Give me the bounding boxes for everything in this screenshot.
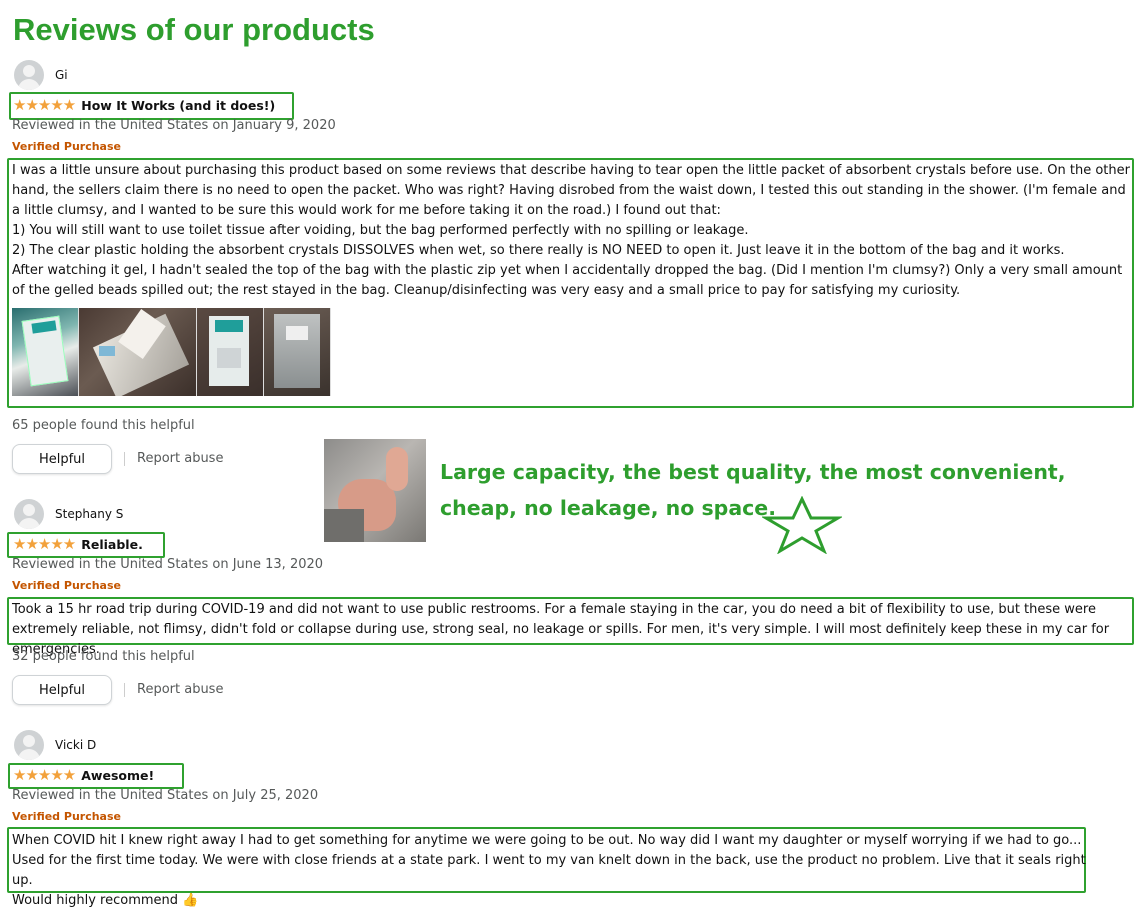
- helpful-count: 32 people found this helpful: [12, 649, 195, 664]
- thumbs-up-icon: 👍: [182, 893, 199, 908]
- reviewer-name[interactable]: Vicki D: [55, 738, 96, 752]
- star-rating-icon[interactable]: ★★★★★: [13, 535, 76, 553]
- review-image-thumbnail[interactable]: [197, 308, 264, 396]
- review-body: When COVID hit I knew right away I had t…: [9, 830, 1090, 912]
- review-image-thumbnail[interactable]: [264, 308, 331, 396]
- divider: [124, 683, 125, 697]
- promo-line: Large capacity, the best quality, the mo…: [440, 460, 1066, 484]
- review-date: Reviewed in the United States on July 25…: [12, 788, 319, 803]
- review-rating-title: ★★★★★ How It Works (and it does!): [13, 95, 275, 114]
- review-paragraph: 2) The clear plastic holding the absorbe…: [12, 243, 1065, 258]
- helpful-count: 65 people found this helpful: [12, 418, 195, 433]
- reviewer-name[interactable]: Stephany S: [55, 507, 123, 521]
- review-rating-title: ★★★★★ Awesome!: [13, 765, 154, 784]
- review-body: I was a little unsure about purchasing t…: [9, 160, 1138, 302]
- review-paragraph: Would highly recommend 👍: [12, 891, 1087, 911]
- review-image-thumbnail[interactable]: [12, 308, 79, 396]
- promo-line: cheap, no leakage, no space.: [440, 496, 776, 520]
- review-paragraph: 1) You will still want to use toilet tis…: [12, 223, 749, 238]
- helpful-button[interactable]: Helpful: [12, 444, 112, 474]
- verified-badge: Verified Purchase: [12, 810, 121, 823]
- review-date: Reviewed in the United States on January…: [12, 118, 336, 133]
- review-title[interactable]: How It Works (and it does!): [81, 98, 275, 113]
- review-title[interactable]: Awesome!: [81, 768, 154, 783]
- thumbs-up-photo: [324, 439, 426, 542]
- review-paragraph: I was a little unsure about purchasing t…: [12, 163, 1130, 218]
- review-paragraph: Used for the first time today. We were w…: [12, 853, 1086, 888]
- reviewer-name[interactable]: Gi: [55, 68, 68, 82]
- star-outline-icon: [762, 496, 842, 554]
- review-title[interactable]: Reliable.: [81, 537, 143, 552]
- divider: [124, 452, 125, 466]
- avatar-icon[interactable]: [14, 499, 44, 529]
- review-image-thumbnail[interactable]: [79, 308, 197, 396]
- star-rating-icon[interactable]: ★★★★★: [13, 766, 76, 784]
- review-image-gallery: [12, 308, 331, 396]
- page-title: Reviews of our products: [13, 12, 375, 47]
- report-abuse-link[interactable]: Report abuse: [137, 682, 223, 697]
- avatar-icon[interactable]: [14, 60, 44, 90]
- report-abuse-link[interactable]: Report abuse: [137, 451, 223, 466]
- review-paragraph-text: Would highly recommend: [12, 893, 179, 908]
- helpful-button[interactable]: Helpful: [12, 675, 112, 705]
- verified-badge: Verified Purchase: [12, 579, 121, 592]
- avatar-icon[interactable]: [14, 730, 44, 760]
- verified-badge: Verified Purchase: [12, 140, 121, 153]
- review-paragraph: After watching it gel, I hadn't sealed t…: [12, 263, 1123, 298]
- promo-text: Large capacity, the best quality, the mo…: [440, 454, 1066, 526]
- review-date: Reviewed in the United States on June 13…: [12, 557, 324, 572]
- review-paragraph: When COVID hit I knew right away I had t…: [12, 833, 1082, 848]
- star-rating-icon[interactable]: ★★★★★: [13, 96, 76, 114]
- review-rating-title: ★★★★★ Reliable.: [13, 534, 143, 553]
